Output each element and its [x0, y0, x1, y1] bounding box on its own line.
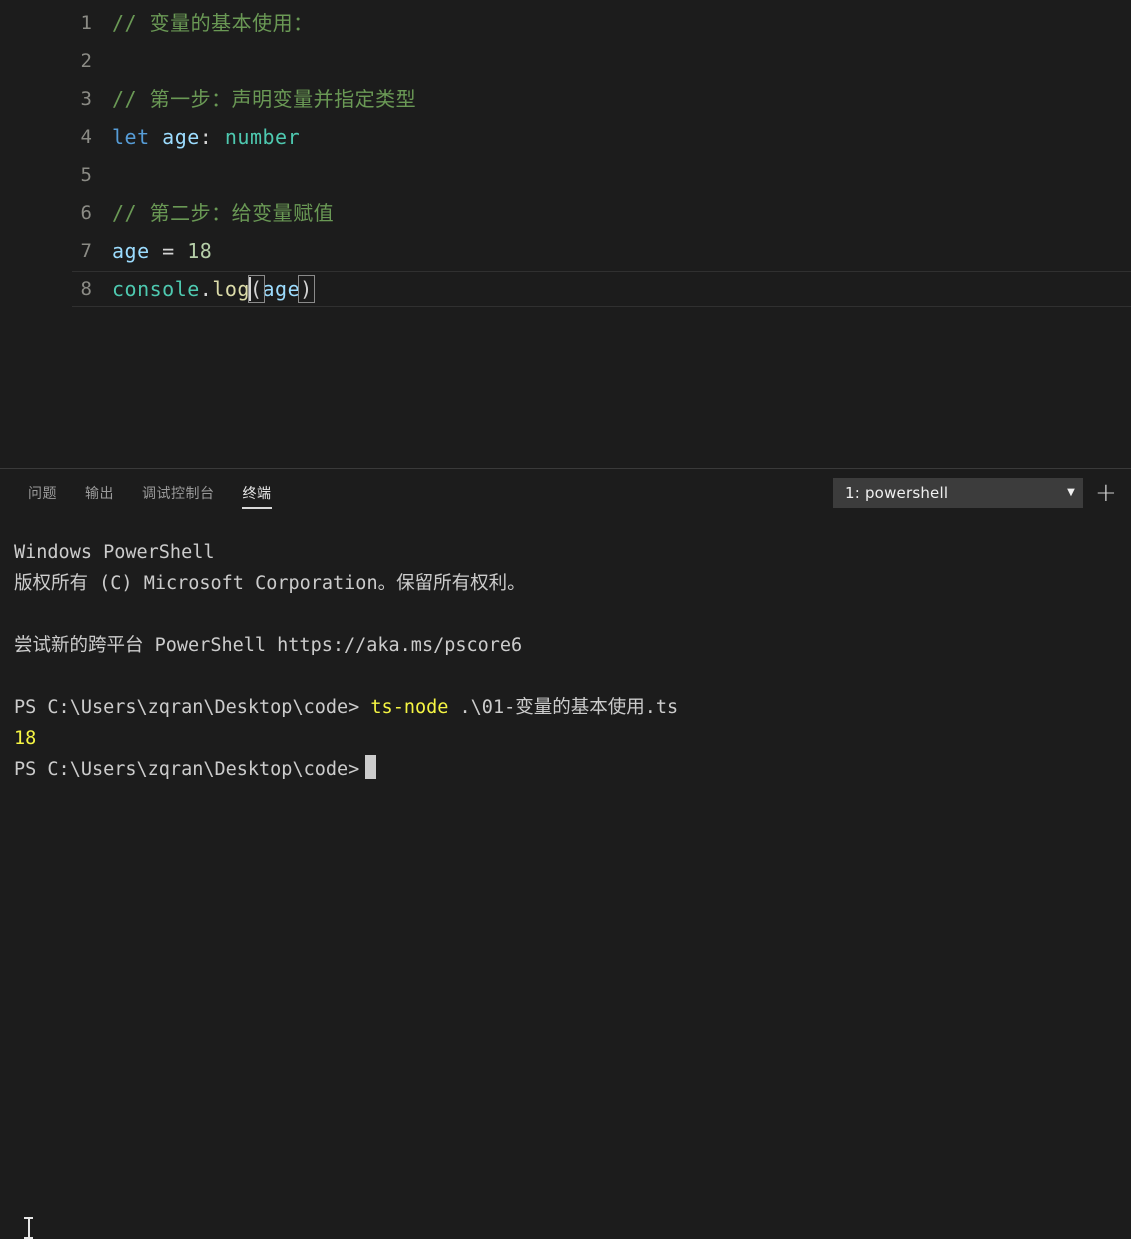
code-token-punct — [212, 125, 225, 149]
terminal-line: 尝试新的跨平台 PowerShell https://aka.ms/pscore… — [14, 630, 1131, 661]
code-line[interactable]: 3 // 第一步：声明变量并指定类型 — [0, 80, 1131, 118]
code-line-text: console.log(age) — [72, 270, 1131, 308]
code-token-fn: log — [212, 277, 250, 301]
code-line-text: // 变量的基本使用： — [92, 4, 1131, 42]
terminal-text: ts-node — [370, 697, 449, 718]
code-line[interactable]: 6 // 第二步：给变量赋值 — [0, 194, 1131, 232]
terminal-text: PS C:\Users\zqran\Desktop\code> — [14, 759, 360, 780]
terminal-text: 版权所有 (C) Microsoft Corporation。保留所有权利。 — [14, 573, 526, 594]
code-token-type: number — [224, 125, 301, 149]
terminal-text: Windows PowerShell — [14, 542, 215, 563]
code-lines: 1 // 变量的基本使用： 2 3 // 第一步：声明变量并指定类型 4 let age: … — [0, 0, 1131, 308]
code-line-text: // 第二步：给变量赋值 — [92, 194, 1131, 232]
code-token-comment: // 第二步：给变量赋值 — [112, 201, 335, 225]
terminal-selector-value: 1: powershell — [845, 484, 949, 502]
terminal-line: PS C:\Users\zqran\Desktop\code> ts-node … — [14, 692, 1131, 723]
terminal-selector-dropdown[interactable]: 1: powershell ▼ — [833, 478, 1083, 508]
terminal-cursor — [365, 755, 377, 779]
code-line[interactable]: 2 — [0, 42, 1131, 80]
line-number: 4 — [80, 126, 92, 148]
code-token-keyword: let — [112, 125, 150, 149]
code-token-var: age — [262, 277, 301, 301]
terminal-line: 版权所有 (C) Microsoft Corporation。保留所有权利。 — [14, 568, 1131, 599]
terminal-text: 尝试新的跨平台 PowerShell https://aka.ms/pscore… — [14, 635, 523, 656]
panel-header: 问题 输出 调试控制台 终端 1: powershell ▼ + — [0, 469, 1131, 517]
panel-tab-1[interactable]: 输出 — [71, 469, 128, 517]
panel-tab-label: 输出 — [85, 486, 114, 502]
code-token-punct: : — [199, 125, 213, 149]
terminal-line: Windows PowerShell — [14, 537, 1131, 568]
code-token-punct — [150, 125, 163, 149]
line-number: 8 — [80, 278, 92, 300]
terminal-line: 18 — [14, 723, 1131, 754]
vscode-window: 1 // 变量的基本使用： 2 3 // 第一步：声明变量并指定类型 4 let age: … — [0, 0, 1131, 1239]
panel-tab-label: 调试控制台 — [142, 486, 215, 502]
code-token-comment: // 第一步：声明变量并指定类型 — [112, 87, 417, 111]
terminal-line: PS C:\Users\zqran\Desktop\code> — [14, 754, 1131, 785]
panel-actions: 1: powershell ▼ + — [833, 469, 1131, 517]
line-number: 2 — [80, 50, 92, 72]
code-line-text: // 第一步：声明变量并指定类型 — [92, 80, 1131, 118]
code-token-bracket-match: ) — [298, 275, 315, 303]
code-editor[interactable]: 1 // 变量的基本使用： 2 3 // 第一步：声明变量并指定类型 4 let age: … — [0, 0, 1131, 468]
terminal-text: .\01-变量的基本使用.ts — [448, 697, 679, 718]
code-line-text: age = 18 — [92, 232, 1131, 270]
chevron-down-icon: ▼ — [1067, 487, 1075, 498]
code-line[interactable]: 1 // 变量的基本使用： — [0, 4, 1131, 42]
code-line[interactable]: 4 let age: number — [0, 118, 1131, 156]
terminal-output[interactable]: Windows PowerShell 版权所有 (C) Microsoft Cor… — [0, 517, 1131, 798]
panel-tab-3[interactable]: 终端 — [229, 469, 286, 517]
code-line-text: let age: number — [92, 118, 1131, 156]
code-token-var: age — [112, 239, 150, 263]
panel-tab-label: 问题 — [28, 486, 57, 502]
line-number: 3 — [80, 88, 92, 110]
code-token-bracket-match: ( — [248, 275, 265, 303]
code-token-punct: . — [199, 277, 213, 301]
line-number: 1 — [80, 12, 92, 34]
panel-tab-2[interactable]: 调试控制台 — [128, 469, 229, 517]
code-token-num: 18 — [187, 239, 213, 263]
code-token-var: age — [162, 125, 200, 149]
panel-tab-label: 终端 — [242, 486, 272, 502]
text-cursor-icon — [24, 1217, 33, 1239]
terminal-text: PS C:\Users\zqran\Desktop\code> — [14, 697, 371, 718]
line-number: 6 — [80, 202, 92, 224]
code-line[interactable]: 8 console.log(age) — [0, 270, 1131, 308]
code-token-obj: console — [112, 277, 200, 301]
plus-icon: + — [1095, 478, 1117, 508]
code-token-punct: = — [149, 239, 188, 263]
terminal-text: 18 — [14, 728, 37, 749]
panel-tab-0[interactable]: 问题 — [14, 469, 71, 517]
code-token-comment: // 变量的基本使用： — [112, 11, 314, 35]
panel-tablist: 问题 输出 调试控制台 终端 — [14, 469, 286, 517]
bottom-panel: 问题 输出 调试控制台 终端 1: powershell ▼ + Windows Po… — [0, 468, 1131, 1239]
code-line[interactable]: 7 age = 18 — [0, 232, 1131, 270]
line-number: 7 — [80, 240, 92, 262]
code-line[interactable]: 5 — [0, 156, 1131, 194]
line-number: 5 — [80, 164, 92, 186]
new-terminal-button[interactable]: + — [1083, 469, 1131, 517]
